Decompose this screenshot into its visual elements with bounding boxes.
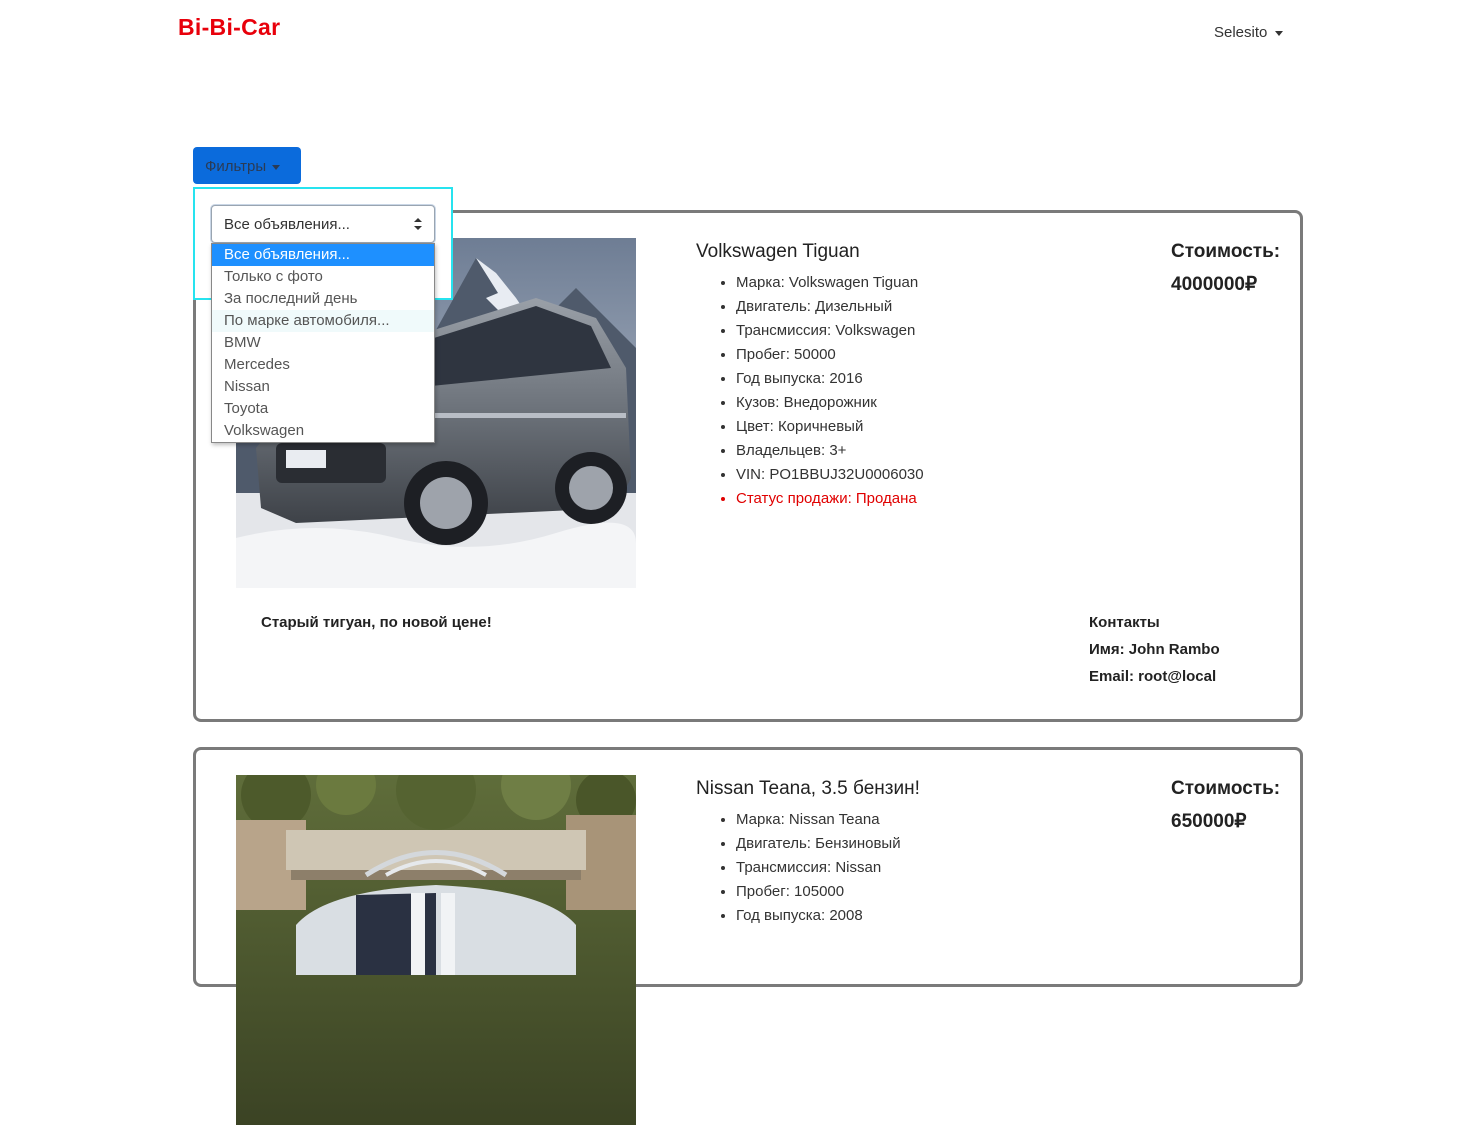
seller-contacts: Контакты Имя: John Rambo Email: root@loc… xyxy=(1089,614,1220,695)
filter-option-volkswagen[interactable]: Volkswagen xyxy=(212,420,434,442)
filter-option-bmw[interactable]: BMW xyxy=(212,332,434,354)
spec-item: Марка: Nissan Teana xyxy=(736,808,901,832)
spec-item: Год выпуска: 2016 xyxy=(736,367,924,391)
filter-option-by-brand[interactable]: По марке автомобиля... xyxy=(212,310,434,332)
filters-button[interactable]: Фильтры xyxy=(193,147,301,184)
filter-option-last-day[interactable]: За последний день xyxy=(212,288,434,310)
spec-item: VIN: PO1BBUJ32U0006030 xyxy=(736,463,924,487)
spec-item: Пробег: 50000 xyxy=(736,343,924,367)
spec-item: Кузов: Внедорожник xyxy=(736,391,924,415)
filters-button-label: Фильтры xyxy=(205,158,267,175)
contact-email: Email: root@local xyxy=(1089,668,1217,685)
user-name: Selesito xyxy=(1214,24,1268,41)
listing-specs: Марка: Volkswagen Tiguan Двигатель: Дизе… xyxy=(696,271,924,511)
spec-item: Пробег: 105000 xyxy=(736,880,901,904)
price-label: Стоимость: xyxy=(1171,778,1281,799)
car-photo xyxy=(236,775,636,1125)
listing-card: Nissan Teana, 3.5 бензин! Марка: Nissan … xyxy=(193,747,1303,1125)
sale-status: Статус продажи: Продана xyxy=(736,487,924,511)
price-label: Стоимость: xyxy=(1171,241,1281,262)
listing-specs: Марка: Nissan Teana Двигатель: Бензиновы… xyxy=(696,808,901,928)
spec-item: Двигатель: Дизельный xyxy=(736,295,924,319)
filter-option-mercedes[interactable]: Mercedes xyxy=(212,354,434,376)
filter-option-with-photo[interactable]: Только с фото xyxy=(212,266,434,288)
listing-title[interactable]: Nissan Teana, 3.5 бензин! xyxy=(696,778,920,800)
select-value: Все объявления... xyxy=(224,216,350,233)
filter-option-toyota[interactable]: Toyota xyxy=(212,398,434,420)
contacts-heading: Контакты xyxy=(1089,614,1160,631)
spec-item: Цвет: Коричневый xyxy=(736,415,924,439)
filter-option-nissan[interactable]: Nissan xyxy=(212,376,434,398)
roadster-photo-illustration xyxy=(236,775,636,1125)
select-arrows-icon xyxy=(414,218,422,230)
brand-logo[interactable]: Bi-Bi-Car xyxy=(178,14,280,41)
price-value: 650000₽ xyxy=(1171,811,1247,832)
contact-name: Имя: John Rambo xyxy=(1089,641,1220,658)
spec-item: Год выпуска: 2008 xyxy=(736,904,901,928)
listing-filter-select[interactable]: Все объявления... xyxy=(211,205,435,243)
filter-option-all[interactable]: Все объявления... xyxy=(212,244,434,266)
price-value: 4000000₽ xyxy=(1171,274,1258,295)
listing-description: Старый тигуан, по новой цене! xyxy=(261,614,492,631)
filter-options-list: Все объявления... Только с фото За после… xyxy=(211,243,435,443)
user-menu-dropdown[interactable]: Selesito xyxy=(1214,24,1284,41)
caret-down-icon xyxy=(272,164,281,170)
spec-item: Двигатель: Бензиновый xyxy=(736,832,901,856)
spec-item: Владельцев: 3+ xyxy=(736,439,924,463)
spec-item: Трансмиссия: Volkswagen xyxy=(736,319,924,343)
listing-title[interactable]: Volkswagen Tiguan xyxy=(696,241,860,263)
spec-item: Марка: Volkswagen Tiguan xyxy=(736,271,924,295)
caret-down-icon xyxy=(1275,30,1284,36)
spec-item: Трансмиссия: Nissan xyxy=(736,856,901,880)
